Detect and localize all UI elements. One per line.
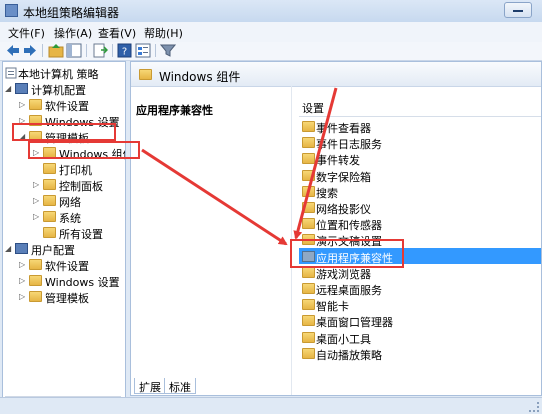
settings-list-item[interactable]: 远程桌面服务 bbox=[299, 280, 541, 297]
folder-icon bbox=[43, 179, 56, 190]
settings-list-item[interactable]: 智能卡 bbox=[299, 296, 541, 313]
up-folder-icon[interactable] bbox=[48, 43, 64, 58]
settings-list-item[interactable]: 事件转发 bbox=[299, 150, 541, 167]
toolbar-separator bbox=[86, 44, 87, 57]
details-pane: Windows 组件 应用程序兼容性 设置 事件查看器 事件日志服务 事件转发 数字保… bbox=[130, 61, 542, 396]
filter-icon[interactable] bbox=[160, 43, 176, 58]
settings-list-item[interactable]: 事件日志服务 bbox=[299, 134, 541, 151]
folder-icon bbox=[302, 218, 315, 230]
folder-icon bbox=[29, 275, 42, 286]
folder-icon bbox=[302, 121, 315, 132]
folder-icon bbox=[43, 227, 56, 238]
properties-icon[interactable] bbox=[135, 43, 151, 58]
settings-list-item[interactable]: 自动播放策略 bbox=[299, 345, 541, 362]
settings-list-item[interactable]: 数字保险箱 bbox=[299, 167, 541, 184]
folder-icon bbox=[43, 195, 56, 206]
collapsed-triangle-icon[interactable]: ▷ bbox=[19, 276, 25, 285]
collapsed-triangle-icon[interactable]: ▷ bbox=[19, 260, 25, 269]
window-title: 本地组策略编辑器 bbox=[23, 6, 120, 20]
minimize-icon bbox=[513, 10, 523, 12]
console-tree[interactable]: 本地计算机 策略 ◢ 计算机配置 ▷ 软件设置 ▷ Windows 设置 ◢ 管… bbox=[2, 61, 126, 411]
folder-icon bbox=[29, 291, 42, 302]
folder-icon bbox=[302, 347, 315, 359]
folder-icon bbox=[43, 211, 56, 222]
settings-list-item[interactable]: 事件查看器 bbox=[299, 118, 541, 135]
computer-icon bbox=[15, 83, 28, 94]
folder-icon bbox=[302, 185, 315, 197]
help-icon[interactable]: ? bbox=[117, 43, 133, 58]
selected-section-title: 应用程序兼容性 bbox=[136, 104, 213, 117]
folder-icon bbox=[29, 99, 42, 110]
forward-arrow-icon[interactable] bbox=[22, 43, 38, 58]
menu-help[interactable]: 帮助(H) bbox=[144, 25, 183, 41]
settings-column-header[interactable]: 设置 bbox=[299, 98, 541, 117]
collapsed-triangle-icon[interactable]: ▷ bbox=[19, 100, 25, 109]
folder-icon bbox=[29, 259, 42, 270]
policy-doc-icon bbox=[5, 67, 18, 79]
export-list-icon[interactable] bbox=[92, 43, 108, 58]
collapsed-triangle-icon[interactable]: ▷ bbox=[33, 212, 39, 221]
annotation-box-windows-components bbox=[28, 141, 140, 159]
menu-file[interactable]: 文件(F) bbox=[8, 25, 45, 41]
folder-icon bbox=[43, 163, 56, 174]
folder-icon bbox=[302, 283, 315, 294]
expanded-triangle-icon[interactable]: ◢ bbox=[5, 244, 11, 253]
expanded-triangle-icon[interactable]: ◢ bbox=[5, 84, 11, 93]
view-tabs: 扩展 标准 bbox=[130, 378, 330, 396]
annotation-box-app-compatibility bbox=[290, 239, 404, 268]
settings-list-item-label: 自动播放策略 bbox=[316, 348, 382, 362]
details-header: Windows 组件 bbox=[131, 62, 541, 87]
back-arrow-icon[interactable] bbox=[5, 43, 21, 58]
show-hide-tree-icon[interactable] bbox=[66, 43, 82, 58]
toolbar-separator bbox=[112, 44, 113, 57]
collapsed-triangle-icon[interactable]: ▷ bbox=[19, 292, 25, 301]
annotation-box-admin-templates bbox=[12, 123, 116, 141]
settings-list-item[interactable]: 桌面窗口管理器 bbox=[299, 312, 541, 329]
folder-icon bbox=[302, 137, 315, 149]
folder-icon bbox=[139, 69, 152, 80]
svg-text:?: ? bbox=[122, 47, 127, 58]
folder-icon bbox=[302, 153, 315, 165]
user-icon bbox=[15, 243, 28, 254]
collapsed-triangle-icon[interactable]: ▷ bbox=[33, 196, 39, 205]
minimize-button[interactable] bbox=[504, 2, 532, 18]
menu-view[interactable]: 查看(V) bbox=[98, 25, 136, 41]
toolbar: ? bbox=[0, 42, 542, 61]
menu-bar: 文件(F) 操作(A) 查看(V) 帮助(H) bbox=[0, 22, 542, 43]
folder-icon bbox=[302, 315, 315, 327]
policy-editor-app-icon bbox=[5, 4, 18, 17]
folder-icon bbox=[302, 331, 315, 343]
toolbar-separator bbox=[155, 44, 156, 57]
folder-icon bbox=[302, 169, 315, 181]
folder-icon bbox=[302, 202, 315, 213]
toolbar-separator bbox=[42, 44, 43, 57]
folder-icon bbox=[302, 299, 315, 311]
resize-grip-icon[interactable] bbox=[529, 402, 539, 412]
settings-list-item[interactable]: 桌面小工具 bbox=[299, 329, 541, 346]
folder-icon bbox=[302, 266, 315, 278]
collapsed-triangle-icon[interactable]: ▷ bbox=[33, 180, 39, 189]
settings-list-item[interactable]: 搜索 bbox=[299, 183, 541, 200]
tab-extended[interactable]: 扩展 bbox=[134, 378, 166, 394]
settings-list-item[interactable]: 网络投影仪 bbox=[299, 199, 541, 216]
tab-standard[interactable]: 标准 bbox=[164, 378, 196, 394]
menu-action[interactable]: 操作(A) bbox=[54, 25, 92, 41]
settings-list-item[interactable]: 位置和传感器 bbox=[299, 215, 541, 232]
title-bar: 本地组策略编辑器 bbox=[0, 0, 542, 23]
status-bar bbox=[0, 397, 542, 414]
